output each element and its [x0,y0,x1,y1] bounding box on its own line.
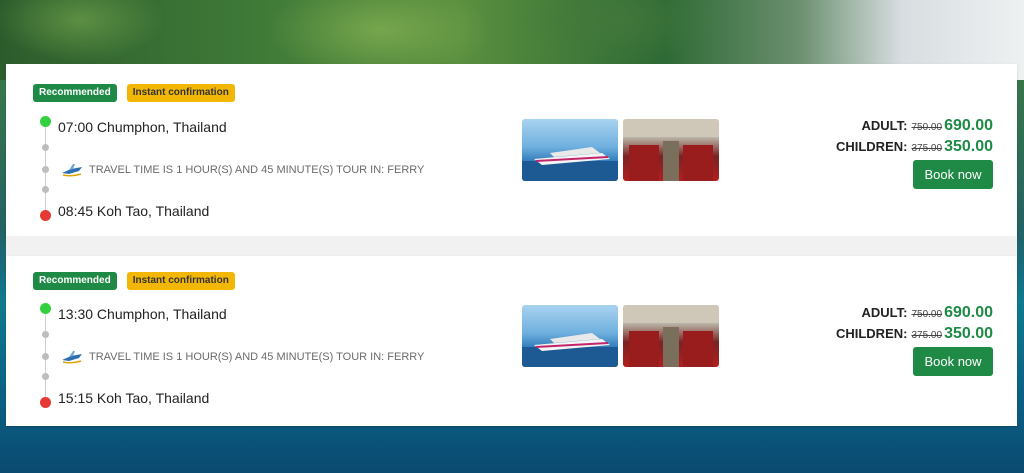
departure-dot [40,116,51,127]
price-block: ADULT: 750.00 690.00 CHILDREN: 375.00 350.00 [836,303,993,345]
recommended-badge: Recommended [33,272,117,290]
departure-text: 13:30 Chumphon, Thailand [58,306,227,322]
adult-new-price: 690.00 [944,304,993,321]
children-label: CHILDREN: [835,326,908,341]
travel-time-text: TRAVEL TIME IS 1 HOUR(S) AND 45 MINUTE(S… [89,351,425,363]
travel-time-row: TRAVEL TIME IS 1 HOUR(S) AND 45 MINUTE(S… [61,349,424,365]
arrival-text: 15:15 Koh Tao, Thailand [58,390,210,406]
adult-old-price: 750.00 [911,122,943,133]
adult-label: ADULT: [861,118,908,133]
timeline-dot [42,373,49,380]
timeline-dot [42,144,49,151]
ferry-plane-icon [62,164,82,177]
departure-dot [40,303,51,314]
recommended-badge: Recommended [33,84,117,102]
timeline-dot [42,166,49,173]
children-price-line: CHILDREN: 375.00 350.00 [836,324,993,345]
arrival-dot [40,210,51,221]
route-timeline [37,303,57,413]
instant-confirmation-badge: Instant confirmation [126,272,235,290]
ferry-boat-image[interactable] [522,119,618,181]
price-block: ADULT: 750.00 690.00 CHILDREN: 375.00 350.00 [836,116,993,158]
adult-price-line: ADULT: 750.00 690.00 [836,303,993,324]
instant-confirmation-badge: Instant confirmation [126,84,235,102]
travel-time-text: TRAVEL TIME IS 1 HOUR(S) AND 45 MINUTE(S… [89,164,425,176]
ferry-plane-icon [62,351,82,364]
children-new-price: 350.00 [944,138,993,155]
timeline-dot [42,331,49,338]
route-timeline [37,116,57,226]
adult-new-price: 690.00 [944,117,993,134]
badge-group: Recommended Instant confirmation [33,272,235,290]
ferry-interior-image[interactable] [623,119,719,181]
adult-old-price: 750.00 [911,309,943,320]
card-separator [6,236,1017,256]
badge-group: Recommended Instant confirmation [33,84,235,102]
trip-card: Recommended Instant confirmation 07:00 C… [6,64,1017,242]
arrival-dot [40,397,51,408]
timeline-dot [42,353,49,360]
timeline-dot [42,186,49,193]
children-label: CHILDREN: [835,139,908,154]
book-now-button[interactable]: Book now [913,347,993,376]
departure-text: 07:00 Chumphon, Thailand [58,119,227,135]
ferry-interior-image[interactable] [623,305,719,367]
travel-time-row: TRAVEL TIME IS 1 HOUR(S) AND 45 MINUTE(S… [61,162,424,178]
arrival-text: 08:45 Koh Tao, Thailand [58,203,210,219]
book-now-button[interactable]: Book now [913,160,993,189]
children-price-line: CHILDREN: 375.00 350.00 [836,137,993,158]
children-old-price: 375.00 [911,143,943,154]
trip-card: Recommended Instant confirmation 13:30 C… [6,256,1017,426]
adult-price-line: ADULT: 750.00 690.00 [836,116,993,137]
children-old-price: 375.00 [911,330,943,341]
adult-label: ADULT: [861,305,908,320]
ferry-boat-image[interactable] [522,305,618,367]
children-new-price: 350.00 [944,325,993,342]
